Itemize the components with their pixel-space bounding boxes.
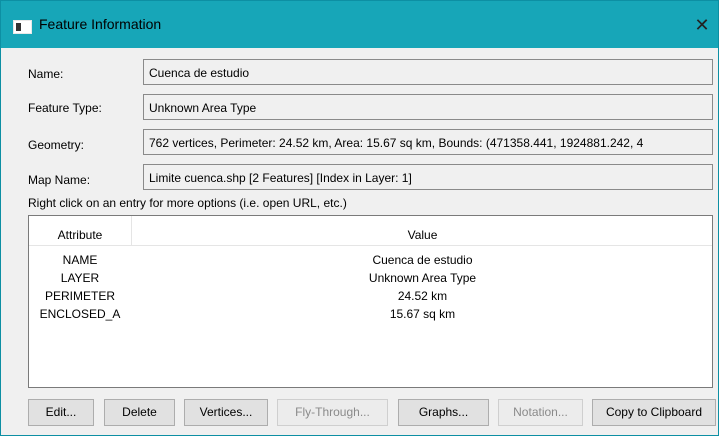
column-header-attribute[interactable]: Attribute [29,228,131,242]
attribute-cell: PERIMETER [44,289,115,303]
map-name-label: Map Name: [28,173,91,187]
window-title: Feature Information [39,16,162,32]
value-cell: 15.67 sq km [389,307,456,321]
value-cell: 24.52 km [397,289,448,303]
copy-to-clipboard-button[interactable]: Copy to Clipboard [592,399,716,426]
vertices-button[interactable]: Vertices... [184,399,268,426]
notation-button[interactable]: Notation... [498,399,583,426]
delete-button[interactable]: Delete [104,399,175,426]
window-app-icon [13,20,32,34]
name-field[interactable]: Cuenca de estudio [143,59,713,85]
value-cell: Cuenca de estudio [372,253,473,267]
feature-type-field[interactable]: Unknown Area Type [143,94,713,120]
name-label: Name: [28,67,64,81]
value-cell: Unknown Area Type [368,271,477,285]
edit-button[interactable]: Edit... [28,399,94,426]
table-row[interactable]: PERIMETER 24.52 km [29,289,712,306]
hint-text: Right click on an entry for more options… [28,196,347,210]
attribute-cell: LAYER [60,271,100,285]
close-icon[interactable]: ✕ [690,11,714,39]
map-name-field[interactable]: Limite cuenca.shp [2 Features] [Index in… [143,164,713,190]
list-header: Attribute Value [29,216,712,246]
graphs-button[interactable]: Graphs... [398,399,489,426]
geometry-field[interactable]: 762 vertices, Perimeter: 24.52 km, Area:… [143,129,713,155]
table-row[interactable]: NAME Cuenca de estudio [29,253,712,270]
feature-information-window: Feature Information ✕ Name: Cuenca de es… [0,0,719,436]
fly-through-button[interactable]: Fly-Through... [277,399,388,426]
attribute-list[interactable]: Attribute Value NAME Cuenca de estudio L… [28,215,713,388]
feature-type-label: Feature Type: [28,101,102,115]
attribute-cell: NAME [62,253,98,267]
table-row[interactable]: ENCLOSED_A 15.67 sq km [29,307,712,324]
attribute-cell: ENCLOSED_A [39,307,121,321]
title-bar[interactable]: Feature Information ✕ [1,1,718,48]
table-row[interactable]: LAYER Unknown Area Type [29,271,712,288]
column-header-value[interactable]: Value [132,228,713,242]
geometry-label: Geometry: [28,138,85,152]
